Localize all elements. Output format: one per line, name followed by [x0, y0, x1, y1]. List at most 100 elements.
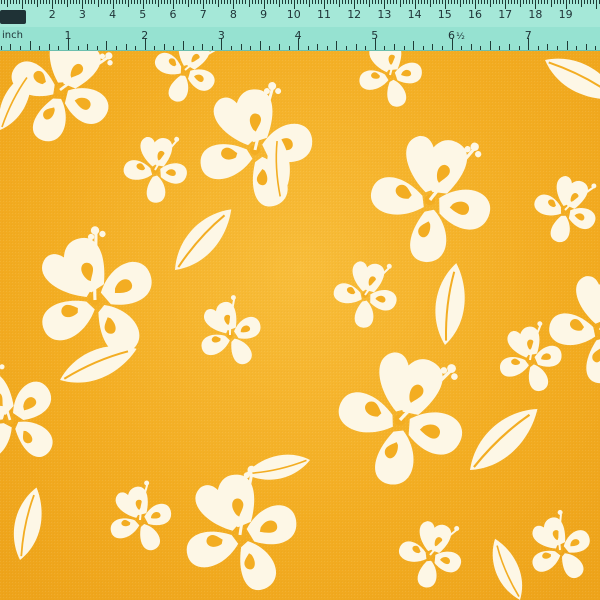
ruler-tick: [330, 0, 332, 4]
ruler-tick: [586, 0, 588, 4]
ruler-tick: [70, 0, 72, 4]
ruler-tick: [275, 0, 277, 4]
cm-label: 18: [528, 8, 543, 21]
cm-label: 17: [498, 8, 513, 21]
inch-label: 6: [448, 29, 455, 42]
inch-label: 3: [217, 29, 225, 42]
ruler-tick: [28, 0, 30, 4]
ruler-tick: [6, 0, 8, 7]
ruler-tick: [242, 0, 244, 4]
ruler-tick: [502, 0, 504, 4]
ruler-tick: [508, 0, 510, 4]
ruler-tick: [224, 0, 226, 4]
ruler-tick: [125, 44, 127, 50]
ruler-tick: [173, 46, 175, 50]
ruler-tick: [509, 44, 511, 50]
ruler-tick: [230, 0, 232, 4]
cm-label: 5: [139, 8, 147, 21]
ruler-tick: [25, 0, 27, 4]
ruler-tick: [402, 0, 404, 4]
ruler-tick: [179, 0, 181, 4]
ruler-tick: [194, 0, 196, 4]
ruler-tick: [571, 0, 573, 4]
ruler-tick: [465, 0, 467, 4]
ruler-tick: [345, 0, 347, 4]
ruler-tick: [366, 0, 368, 4]
ruler-tick: [462, 0, 464, 4]
ruler-tick: [592, 0, 594, 4]
ruler-tick: [493, 0, 495, 4]
cm-label: 15: [437, 8, 452, 21]
photo: inch 1 2 3 4 5 6 7 8 9 10 11 12 13 14 15 16 17 18 19 1 2 3 4 5 6…: [0, 0, 600, 600]
ruler-tick: [287, 0, 289, 4]
ruler-tick: [369, 0, 371, 7]
ruler-tick: [302, 0, 304, 4]
inch-label: 5: [371, 29, 379, 42]
ruler-tick: [423, 0, 425, 4]
ruler-tick: [499, 0, 501, 4]
ruler-tick: [541, 0, 543, 4]
ruler-tick: [538, 0, 540, 4]
ruler-tick: [64, 0, 66, 4]
ruler-tick: [163, 44, 165, 50]
ruler-tick: [46, 0, 48, 4]
ruler-tick: [393, 0, 395, 4]
ruler-tick: [387, 0, 389, 4]
ruler-tick: [239, 0, 241, 4]
inch-label: 7: [524, 29, 532, 42]
ruler-tick: [212, 0, 214, 4]
ruler-tick: [55, 0, 57, 4]
ruler-tick: [278, 0, 280, 7]
ruler-tick: [480, 46, 482, 50]
ruler-tick: [245, 0, 247, 4]
ruler-tick: [10, 44, 12, 50]
cm-label: 10: [286, 8, 301, 21]
ruler-tick: [154, 46, 156, 50]
ruler-tick: [413, 41, 415, 50]
ruler-tick: [202, 44, 204, 50]
ruler-tick: [100, 0, 102, 4]
ruler-tick: [139, 0, 141, 4]
ruler-tick: [157, 0, 159, 7]
ruler-tick: [523, 0, 525, 4]
ruler-tick: [250, 46, 252, 50]
ruler-tick: [227, 0, 229, 4]
ruler-tick: [79, 0, 81, 4]
ruler-tick: [375, 0, 377, 4]
ruler-tick: [257, 0, 259, 4]
ruler-tick: [487, 0, 489, 4]
ruler-tick: [441, 46, 443, 50]
ruler-tick: [580, 0, 582, 7]
ruler-tick: [496, 0, 498, 4]
ruler-tick: [67, 0, 69, 7]
ruler-tick: [185, 0, 187, 4]
ruler-tick: [37, 0, 39, 7]
ruler-tick: [547, 0, 549, 4]
ruler-tick: [481, 0, 483, 4]
ruler-tick: [192, 46, 194, 50]
ruler-tick: [77, 46, 79, 50]
ruler-tick: [73, 0, 75, 4]
ruler-tick: [230, 46, 232, 50]
cm-label: 8: [229, 8, 237, 21]
ruler-tick: [148, 0, 150, 4]
ruler-tick: [109, 0, 111, 4]
ruler-tick: [206, 0, 208, 4]
inch-label: 4: [294, 29, 302, 42]
ruler-tick: [320, 0, 322, 4]
ruler-tick: [314, 0, 316, 4]
cm-label: 16: [468, 8, 482, 21]
ruler-tick: [48, 44, 50, 50]
ruler-tick: [3, 0, 5, 4]
ruler-tick: [583, 0, 585, 4]
ruler-tick: [254, 0, 256, 4]
ruler-tick: [566, 41, 568, 50]
ruler-tick: [272, 0, 274, 4]
ruler-tick: [556, 0, 558, 4]
ruler-tick: [248, 0, 250, 7]
ruler-tick: [0, 46, 2, 50]
ruler-tick: [269, 0, 271, 4]
ruler-tick: [87, 44, 89, 50]
ruler-tick: [58, 0, 60, 4]
ruler-tick: [499, 46, 501, 50]
